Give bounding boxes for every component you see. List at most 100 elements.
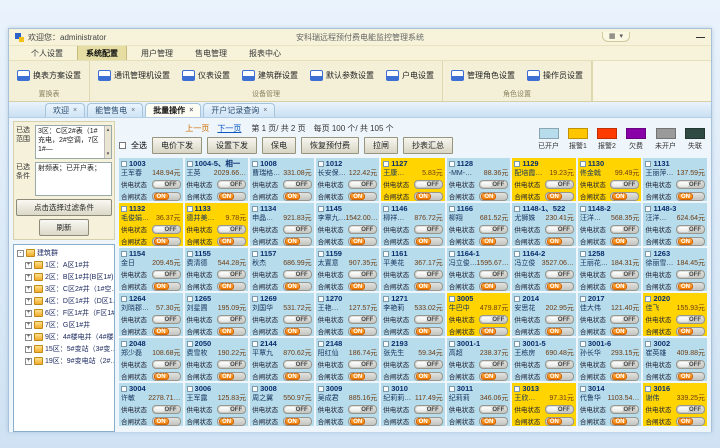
switch-status-toggle[interactable]: ON: [217, 372, 246, 381]
switch-status-toggle[interactable]: ON: [152, 372, 181, 381]
switch-status-toggle[interactable]: ON: [348, 417, 377, 426]
card-checkbox[interactable]: [645, 296, 651, 302]
card-checkbox[interactable]: [318, 206, 324, 212]
supply-status-toggle[interactable]: OFF: [610, 270, 639, 279]
card-checkbox[interactable]: [383, 386, 389, 392]
meter-card[interactable]: 1012 长安保… 122.42元 供电状态 OFF 合闸状态 ON: [316, 158, 380, 201]
meter-card[interactable]: 2148 阳红仙 186.74元 供电状态 OFF 合闸状态 ON: [316, 338, 380, 381]
switch-status-toggle[interactable]: ON: [610, 282, 639, 291]
card-checkbox[interactable]: [121, 386, 127, 392]
tree-expander-icon[interactable]: +: [25, 262, 32, 269]
menu-item-个人设置[interactable]: 个人设置: [23, 46, 71, 60]
card-checkbox[interactable]: [645, 386, 651, 392]
switch-status-toggle[interactable]: ON: [217, 282, 246, 291]
supply-status-toggle[interactable]: OFF: [414, 270, 443, 279]
supply-status-toggle[interactable]: OFF: [545, 270, 574, 279]
scroll-down-icon[interactable]: ▼: [106, 151, 110, 157]
ribbon-button-管理角色设置[interactable]: 管理角色设置: [449, 68, 517, 83]
supply-status-toggle[interactable]: OFF: [348, 270, 377, 279]
supply-status-toggle[interactable]: OFF: [676, 315, 705, 324]
card-checkbox[interactable]: [449, 206, 455, 212]
supply-status-toggle[interactable]: OFF: [348, 315, 377, 324]
meter-card[interactable]: 1127 王康… 5.83元 供电状态 OFF 合闸状态 ON: [381, 158, 445, 201]
switch-status-toggle[interactable]: ON: [348, 327, 377, 336]
action-button-拉闸[interactable]: 拉闸: [364, 137, 398, 154]
card-checkbox[interactable]: [514, 251, 520, 257]
supply-status-toggle[interactable]: OFF: [152, 405, 181, 414]
card-checkbox[interactable]: [121, 341, 127, 347]
meter-card[interactable]: 2014 安思花 202.95元 供电状态 OFF 合闸状态 ON: [512, 293, 576, 336]
supply-status-toggle[interactable]: OFF: [676, 225, 705, 234]
choose-filter-button[interactable]: 点击选择过滤条件: [16, 199, 112, 216]
meter-card[interactable]: 2050 费雪枚 190.22元 供电状态 OFF 合闸状态 ON: [185, 338, 249, 381]
card-checkbox[interactable]: [580, 296, 586, 302]
supply-status-toggle[interactable]: OFF: [479, 180, 508, 189]
card-checkbox[interactable]: [449, 161, 455, 167]
switch-status-toggle[interactable]: ON: [545, 417, 574, 426]
tree-expander-icon[interactable]: +: [25, 298, 32, 305]
meter-card[interactable]: 1164-2 冯立俊 3527.06… 供电状态 OFF 合闸状态 ON: [512, 248, 576, 291]
tree-expander-icon[interactable]: +: [25, 346, 32, 353]
meter-card[interactable]: 1003 王军春 148.94元 供电状态 OFF 合闸状态 ON: [119, 158, 183, 201]
switch-status-toggle[interactable]: ON: [152, 282, 181, 291]
ribbon-button-操作员设置[interactable]: 操作员设置: [525, 68, 585, 83]
supply-status-toggle[interactable]: OFF: [283, 225, 312, 234]
switch-status-toggle[interactable]: ON: [545, 372, 574, 381]
switch-status-toggle[interactable]: ON: [217, 327, 246, 336]
tree-node[interactable]: + 6区：F区1#井（F区1#…: [17, 307, 114, 319]
switch-status-toggle[interactable]: ON: [283, 417, 312, 426]
meter-card[interactable]: 3001-1 高超 238.37元 供电状态 OFF 合闸状态 ON: [447, 338, 511, 381]
supply-status-toggle[interactable]: OFF: [152, 225, 181, 234]
tree-node[interactable]: + 19区：9#变电站（2#…: [17, 355, 114, 367]
switch-status-toggle[interactable]: ON: [414, 282, 443, 291]
meter-card[interactable]: 3011 纪莉莉 346.06元 供电状态 OFF 合闸状态 ON: [447, 383, 511, 426]
card-checkbox[interactable]: [645, 251, 651, 257]
supply-status-toggle[interactable]: OFF: [545, 405, 574, 414]
switch-status-toggle[interactable]: ON: [676, 192, 705, 201]
meter-card[interactable]: 1271 李艳莉 533.02元 供电状态 OFF 合闸状态 ON: [381, 293, 445, 336]
switch-status-toggle[interactable]: ON: [414, 372, 443, 381]
meter-card[interactable]: 1161 平美花 367.17元 供电状态 OFF 合闸状态 ON: [381, 248, 445, 291]
tab-close-icon[interactable]: ×: [131, 107, 135, 114]
action-button-恢复预付费[interactable]: 恢复预付费: [301, 137, 359, 154]
supply-status-toggle[interactable]: OFF: [283, 270, 312, 279]
card-checkbox[interactable]: [187, 296, 193, 302]
card-checkbox[interactable]: [121, 251, 127, 257]
card-checkbox[interactable]: [645, 161, 651, 167]
prev-page-link[interactable]: 上一页: [185, 124, 209, 133]
supply-status-toggle[interactable]: OFF: [152, 315, 181, 324]
tree-node[interactable]: + 2区：B区1#井(B区1#): [17, 271, 114, 283]
supply-status-toggle[interactable]: OFF: [479, 225, 508, 234]
meter-card[interactable]: 3001-5 王栋房 690.48元 供电状态 OFF 合闸状态 ON: [512, 338, 576, 381]
tab-欢迎[interactable]: 欢迎 ×: [45, 103, 85, 117]
switch-status-toggle[interactable]: ON: [414, 417, 443, 426]
meter-card[interactable]: 1258 王丽花… 184.31元 供电状态 OFF 合闸状态 ON: [578, 248, 642, 291]
card-checkbox[interactable]: [318, 386, 324, 392]
meter-card[interactable]: 3009 吴成君 885.16元 供电状态 OFF 合闸状态 ON: [316, 383, 380, 426]
switch-status-toggle[interactable]: ON: [217, 417, 246, 426]
ribbon-button-建筑群设置[interactable]: 建筑群设置: [240, 68, 300, 83]
switch-status-toggle[interactable]: ON: [545, 282, 574, 291]
supply-status-toggle[interactable]: OFF: [545, 315, 574, 324]
meter-card[interactable]: 1154 金日 209.45元 供电状态 OFF 合闸状态 ON: [119, 248, 183, 291]
ribbon-collapse-control[interactable]: ▦ ▾: [602, 32, 630, 42]
tab-close-icon[interactable]: ×: [263, 107, 267, 114]
tree-expander-icon[interactable]: -: [17, 250, 24, 257]
switch-status-toggle[interactable]: ON: [610, 237, 639, 246]
card-checkbox[interactable]: [383, 206, 389, 212]
tree-node[interactable]: + 7区：G区1#井: [17, 319, 114, 331]
refresh-button[interactable]: 刷新: [39, 219, 89, 236]
supply-status-toggle[interactable]: OFF: [152, 180, 181, 189]
meter-card[interactable]: 1129 配培霞… 19.23元 供电状态 OFF 合闸状态 ON: [512, 158, 576, 201]
switch-status-toggle[interactable]: ON: [283, 327, 312, 336]
meter-card[interactable]: 3013 王欣… 97.31元 供电状态 OFF 合闸状态 ON: [512, 383, 576, 426]
switch-status-toggle[interactable]: ON: [676, 237, 705, 246]
switch-status-toggle[interactable]: ON: [283, 282, 312, 291]
card-checkbox[interactable]: [645, 341, 651, 347]
switch-status-toggle[interactable]: ON: [676, 417, 705, 426]
supply-status-toggle[interactable]: OFF: [676, 270, 705, 279]
meter-card[interactable]: 1155 费清德 544.28元 供电状态 OFF 合闸状态 ON: [185, 248, 249, 291]
action-button-保电[interactable]: 保电: [262, 137, 296, 154]
meter-card[interactable]: 2048 郑少磊 108.68元 供电状态 OFF 合闸状态 ON: [119, 338, 183, 381]
meter-card[interactable]: 1159 太置意 907.35元 供电状态 OFF 合闸状态 ON: [316, 248, 380, 291]
